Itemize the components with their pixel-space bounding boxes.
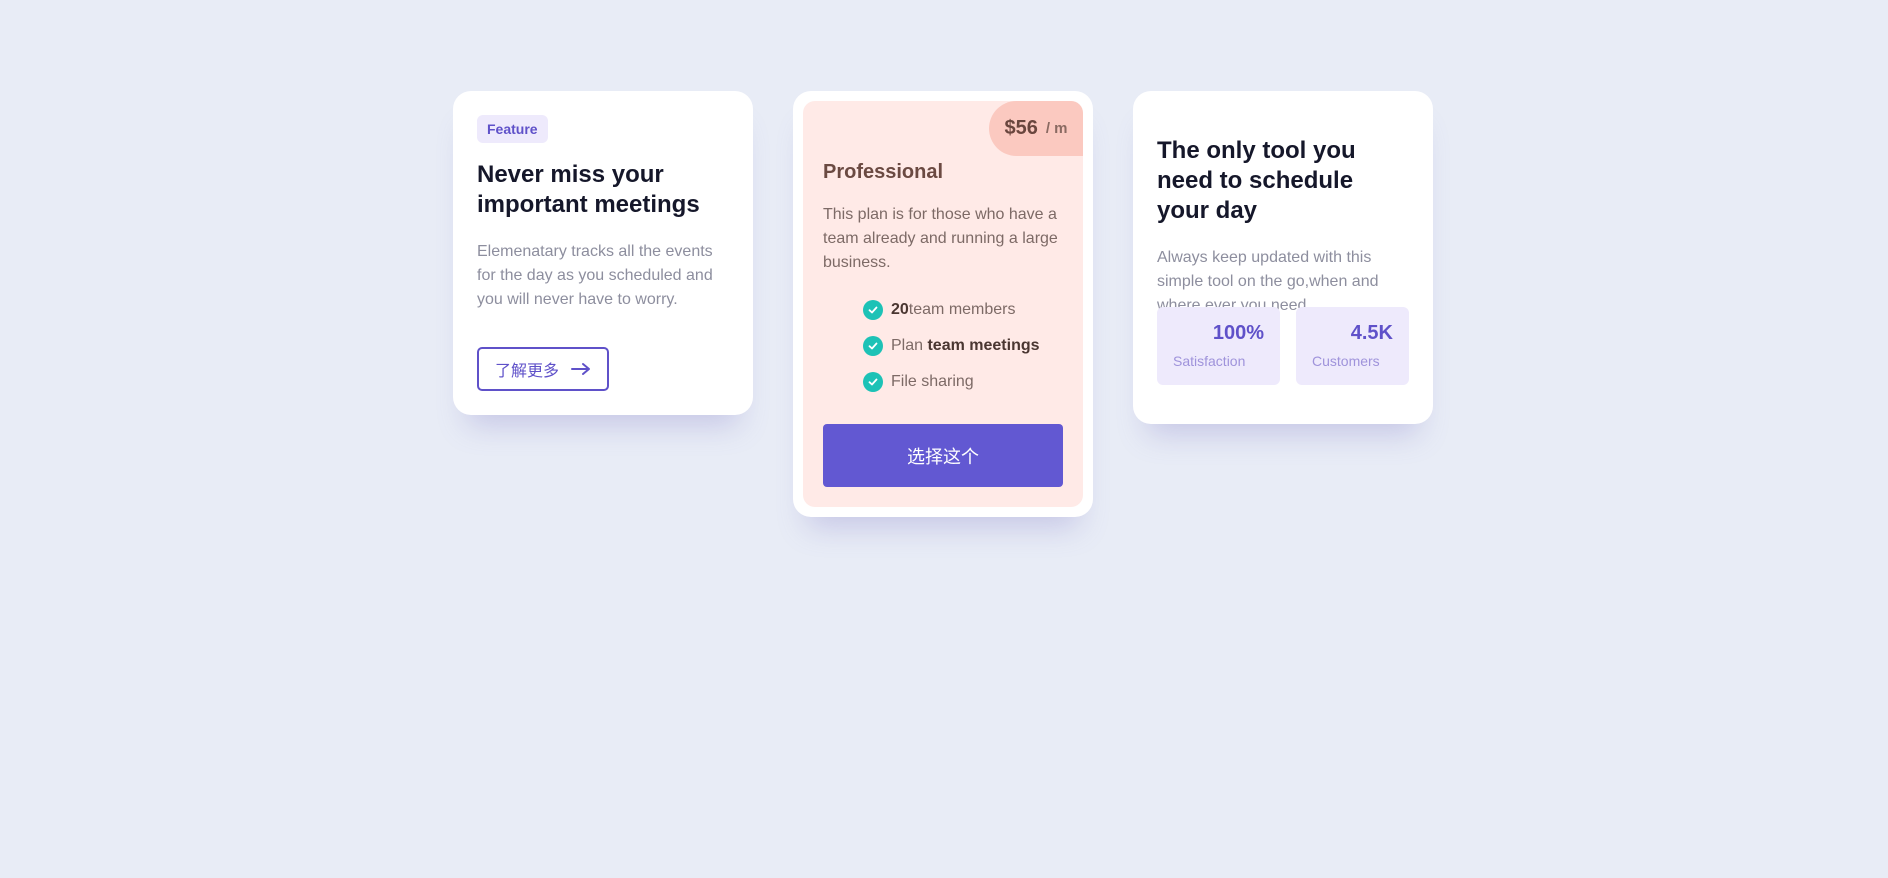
price-period: / m (1045, 120, 1068, 137)
arrow-right-icon (571, 362, 591, 376)
stat-label: Customers (1312, 353, 1380, 369)
feature-prefix: Plan (891, 337, 928, 354)
feature-badge: Feature (477, 115, 548, 143)
choose-plan-button[interactable]: 选择这个 (823, 424, 1063, 487)
stat-value: 100% (1212, 322, 1264, 344)
pricing-card: $56 / m Professional This plan is for th… (793, 91, 1093, 517)
check-circle-icon (863, 300, 883, 320)
feature-text: team members (908, 301, 1016, 318)
plan-feature-item: Plan team meetings (863, 328, 1040, 364)
tool-title: The only tool you need to schedule your … (1157, 137, 1356, 224)
plan-name: Professional (823, 161, 944, 183)
check-circle-icon (863, 336, 883, 356)
feature-count: 20 (891, 301, 909, 318)
pricing-panel: $56 / m Professional This plan is for th… (803, 101, 1083, 507)
stat-value: 4.5K (1350, 322, 1393, 344)
stat-customers: 4.5K Customers (1296, 307, 1409, 385)
stats-row: 100% Satisfaction 4.5K Customers (1157, 307, 1409, 385)
feature-title: Never miss your important meetings (477, 161, 700, 218)
tool-card: The only tool you need to schedule your … (1133, 91, 1433, 424)
stat-label: Satisfaction (1173, 353, 1246, 369)
plan-description: This plan is for those who have a team a… (823, 206, 1058, 271)
plan-feature-item: File sharing (863, 364, 1040, 400)
plan-feature-item: 20 team members (863, 292, 1040, 328)
price-tag: $56 / m (989, 101, 1083, 156)
stat-satisfaction: 100% Satisfaction (1157, 307, 1280, 385)
plan-feature-list: 20 team members Plan team meetings File s… (863, 292, 1040, 400)
check-circle-icon (863, 372, 883, 392)
price-amount: $56 (1004, 117, 1038, 139)
feature-description: Elemenatary tracks all the events for th… (477, 243, 713, 308)
feature-card: Feature Never miss your important meetin… (453, 91, 753, 415)
learn-more-label: 了解更多 (494, 363, 559, 380)
feature-highlight: team meetings (927, 337, 1040, 354)
feature-text: File sharing (891, 373, 974, 390)
learn-more-button[interactable]: 了解更多 (477, 347, 609, 391)
